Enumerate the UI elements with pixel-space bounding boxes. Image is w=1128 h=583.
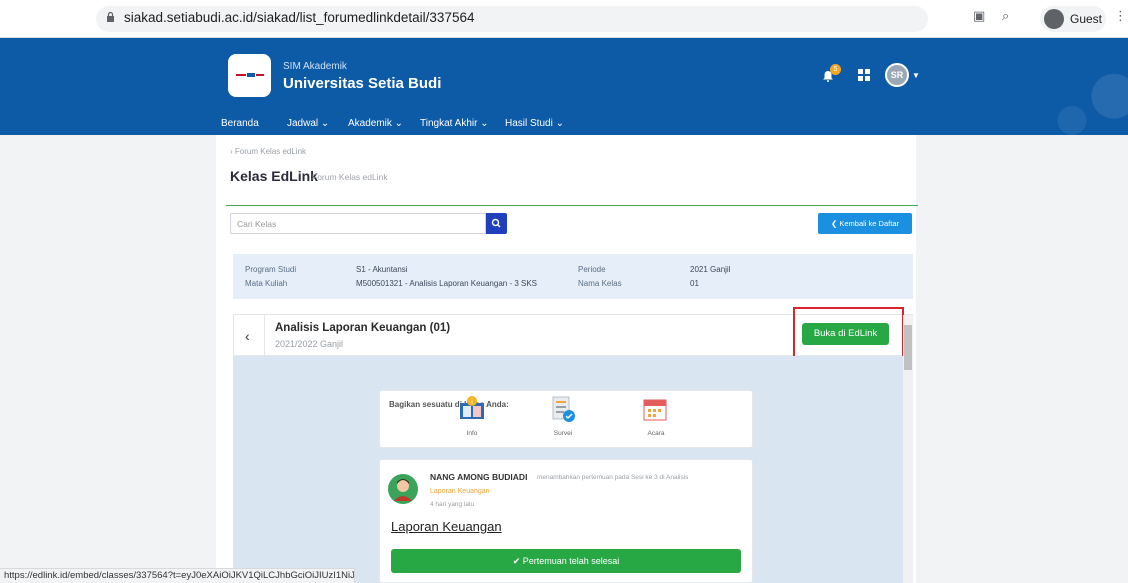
share-survey-label: Survei	[553, 430, 573, 437]
search-icon	[491, 218, 501, 228]
menu-tingkat-akhir-label: Tingkat Akhir	[420, 118, 478, 129]
program-value: S1 - Akuntansi	[356, 265, 408, 274]
menu-hasil-studi[interactable]: Hasil Studi ⌄	[505, 118, 564, 129]
notification-badge: 5	[830, 64, 841, 75]
class-name-label: Nama Kelas	[578, 279, 622, 288]
page-title: Kelas EdLink	[230, 168, 318, 184]
zoom-icon[interactable]: ⌕	[1002, 8, 1009, 24]
url-text[interactable]: siakad.setiabudi.ac.id/siakad/list_forum…	[124, 10, 474, 25]
apps-grid-icon[interactable]	[858, 69, 870, 81]
menu-akademik-label: Akademik	[348, 118, 392, 129]
course-label: Mata Kuliah	[245, 279, 288, 288]
back-to-list-button[interactable]: ❮ Kembali ke Daftar	[818, 213, 912, 234]
svg-text:i: i	[471, 398, 473, 406]
event-calendar-icon[interactable]	[640, 394, 670, 424]
menu-hasil-studi-label: Hasil Studi	[505, 118, 553, 129]
search-button[interactable]	[486, 213, 507, 234]
search-input[interactable]: Cari Kelas	[230, 213, 486, 234]
embed-divider	[264, 315, 265, 355]
survey-icon[interactable]	[548, 394, 578, 424]
profile-label: Guest	[1070, 12, 1103, 26]
header-decoration	[988, 38, 1128, 135]
share-title: Bagikan sesuatu di kelas Anda:	[389, 400, 509, 409]
browser-menu-icon[interactable]: ⋮	[1114, 8, 1127, 24]
course-value: M500501321 - Analisis Laporan Keuangan -…	[356, 279, 538, 288]
class-name-value: 01	[690, 279, 699, 288]
post-author-avatar[interactable]	[388, 474, 418, 504]
program-label: Program Studi	[245, 265, 297, 274]
person-icon	[394, 479, 412, 501]
share-info-label: Info	[466, 430, 478, 437]
meeting-done-label: Pertemuan telah selesai	[522, 556, 620, 566]
class-info-panel	[233, 254, 913, 299]
menu-akademik[interactable]: Akademik ⌄	[348, 118, 403, 129]
site-header	[0, 38, 1128, 135]
post-action-continued[interactable]: Laporan Keuangan	[430, 488, 490, 495]
user-menu-caret-icon[interactable]: ▼	[912, 71, 920, 80]
post-author[interactable]: NANG AMONG BUDIADI	[430, 472, 527, 482]
chevron-left-icon[interactable]: ‹	[245, 328, 250, 344]
period-value: 2021 Ganjil	[690, 265, 731, 274]
period-label: Periode	[578, 265, 606, 274]
back-to-list-label: Kembali ke Daftar	[839, 219, 899, 228]
status-bar-url: https://edlink.id/embed/classes/337564?t…	[0, 568, 355, 583]
menu-jadwal-label: Jadwal	[287, 118, 319, 129]
university-name: Universitas Setia Budi	[283, 75, 442, 92]
menu-tingkat-akhir[interactable]: Tingkat Akhir ⌄	[420, 118, 489, 129]
meeting-done-status[interactable]: ✔ Pertemuan telah selesai	[391, 549, 741, 573]
breadcrumb[interactable]: › Forum Kelas edLink	[230, 147, 306, 156]
lock-icon	[107, 12, 114, 22]
logo-mark-icon	[236, 73, 264, 77]
app-label: SIM Akademik	[283, 61, 347, 72]
page-subtitle: Forum Kelas edLink	[312, 172, 388, 182]
translate-icon[interactable]: ▣	[973, 8, 985, 24]
info-icon[interactable]: i	[457, 394, 487, 424]
post-time: 4 hari yang lalu	[430, 501, 475, 508]
class-title: Analisis Laporan Keuangan (01)	[275, 322, 451, 334]
post-action: menambahkan pertemuan pada Sesi ke 3 di …	[537, 474, 689, 481]
menu-beranda[interactable]: Beranda	[221, 118, 259, 129]
breadcrumb-label: Forum Kelas edLink	[234, 147, 307, 156]
share-event-label: Acara	[647, 430, 665, 437]
scrollbar-thumb[interactable]	[904, 325, 912, 370]
class-period: 2021/2022 Ganjil	[275, 339, 344, 349]
post-heading[interactable]: Laporan Keuangan	[391, 519, 502, 534]
user-avatar[interactable]: SR	[885, 63, 909, 87]
divider	[226, 205, 918, 206]
menu-jadwal[interactable]: Jadwal ⌄	[287, 118, 329, 129]
guest-avatar-icon	[1044, 9, 1064, 29]
